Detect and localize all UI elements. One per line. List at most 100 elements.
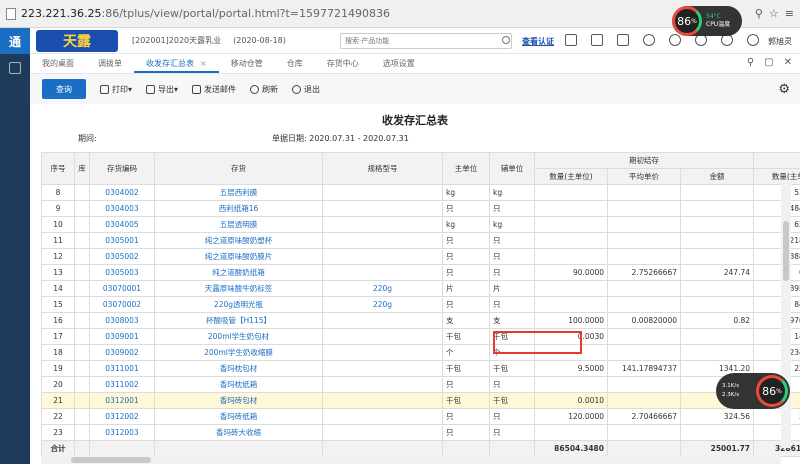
cell-code[interactable]: 0304003 bbox=[89, 200, 155, 217]
cell-code[interactable]: 0305002 bbox=[89, 248, 155, 265]
cell-name[interactable]: 天露原味酸牛奶标签 bbox=[154, 280, 323, 297]
restore-icon[interactable]: ▢ bbox=[764, 57, 773, 68]
cell-spec[interactable] bbox=[322, 392, 443, 409]
cell-spec[interactable] bbox=[322, 200, 443, 217]
cell-code[interactable]: 0312002 bbox=[89, 408, 155, 425]
table-row[interactable]: 11 0305001纯之道原味酸奶塑杯 只只 2187.0000 bbox=[41, 232, 800, 249]
cell-code[interactable]: 0311002 bbox=[89, 376, 155, 393]
cell-code[interactable]: 0305003 bbox=[89, 264, 155, 281]
print-button[interactable]: 打印 ▾ bbox=[100, 84, 132, 95]
cell-spec[interactable]: 220g bbox=[322, 280, 443, 297]
bell-icon[interactable] bbox=[643, 34, 655, 46]
cell-name[interactable]: 纯之道原味酸奶塑杯 bbox=[154, 232, 323, 249]
cell-spec[interactable] bbox=[322, 376, 443, 393]
scroll-thumb[interactable] bbox=[71, 457, 151, 463]
table-row[interactable]: 13 0305003 纯之道酸奶纸箱只只 90.0000 2.75266667 247.7… bbox=[41, 264, 800, 281]
tab-transfer[interactable]: 调拨单 bbox=[86, 55, 134, 73]
cell-spec[interactable] bbox=[322, 360, 443, 377]
table-row[interactable]: 170309001200ml学生奶包材千包千包0.0030149.1000 bbox=[41, 328, 800, 345]
cell-spec[interactable] bbox=[322, 424, 443, 441]
cell-code[interactable]: 0305001 bbox=[89, 232, 155, 249]
cell-spec[interactable] bbox=[322, 344, 443, 361]
user-icon[interactable] bbox=[747, 34, 759, 46]
cell-name[interactable]: 纯之道酸奶纸箱 bbox=[154, 264, 323, 281]
search-input[interactable] bbox=[340, 33, 512, 49]
cell-name[interactable]: 香玛枕包材 bbox=[154, 360, 323, 377]
refresh-button[interactable]: 刷新 bbox=[250, 84, 278, 95]
app-logo[interactable]: 通 bbox=[0, 28, 30, 54]
exit-button[interactable]: 退出 bbox=[292, 84, 320, 95]
vertical-scrollbar[interactable] bbox=[781, 183, 791, 448]
cell-name[interactable]: 香玛砖大收缩 bbox=[154, 424, 323, 441]
phone-icon[interactable] bbox=[669, 34, 681, 46]
col-amount[interactable]: 金额 bbox=[679, 168, 755, 185]
star-icon[interactable]: ☆ bbox=[769, 7, 779, 20]
table-row[interactable]: 210312001香玛砖包材千包千包0.00109.7800 bbox=[41, 392, 800, 409]
tab-desktop[interactable]: 我的桌面 bbox=[30, 55, 86, 73]
tab-options[interactable]: 选项设置 bbox=[371, 55, 427, 73]
cell-spec[interactable] bbox=[322, 216, 443, 233]
company-name[interactable]: [202001]2020天露乳业 bbox=[132, 35, 221, 46]
scroll-thumb[interactable] bbox=[783, 221, 789, 281]
cell-name[interactable]: 220g透明光瓶 bbox=[154, 296, 323, 313]
cell-code[interactable]: 0312001 bbox=[89, 392, 155, 409]
user-name[interactable]: 郭旭灵 bbox=[768, 36, 792, 47]
table-row[interactable]: 12 0305002纯之道原味酸奶膜片 只只 3883.0000 bbox=[41, 248, 800, 265]
url-field[interactable]: 223.221.36.25:86/tplus/view/portal/porta… bbox=[21, 7, 390, 20]
table-row[interactable]: 19 0311001 香玛枕包材 千包 千包 9.5000 141.17894737 1341… bbox=[41, 360, 800, 377]
message-icon[interactable] bbox=[617, 34, 629, 46]
cell-spec[interactable] bbox=[322, 184, 443, 201]
table-row[interactable]: 23 0312003 香玛砖大收缩 只只 bbox=[41, 424, 800, 441]
cell-name[interactable]: 西利纸箱16 bbox=[154, 200, 323, 217]
cpu-monitor-widget[interactable]: 86% 54°C CPU温度 bbox=[672, 6, 742, 36]
network-monitor-widget[interactable]: 3.1K/s 2.3K/s 86% bbox=[716, 373, 790, 409]
col-aux-unit[interactable]: 辅单位 bbox=[489, 152, 535, 185]
tab-summary-report[interactable]: 收发存汇总表 × bbox=[134, 55, 219, 73]
cell-name[interactable]: 香玛砖纸箱 bbox=[154, 408, 323, 425]
cell-code[interactable]: 0309002 bbox=[89, 344, 155, 361]
tab-inventory-center[interactable]: 存货中心 bbox=[315, 55, 371, 73]
sidebar-expand-icon[interactable] bbox=[9, 62, 21, 74]
col-qty-main-2[interactable]: 数量(主单位) bbox=[753, 168, 800, 185]
cell-spec[interactable] bbox=[322, 248, 443, 265]
cell-name[interactable]: 香玛砖包材 bbox=[154, 392, 323, 409]
col-spec[interactable]: 规格型号 bbox=[322, 152, 443, 185]
cell-spec[interactable]: 220g bbox=[322, 296, 443, 313]
view-auth-link[interactable]: 查看认证 bbox=[522, 36, 554, 47]
cell-name[interactable]: 杯酸吸管【H115】 bbox=[154, 312, 323, 329]
key-icon[interactable]: ⚲ bbox=[755, 7, 763, 20]
cell-spec[interactable] bbox=[322, 232, 443, 249]
cell-spec[interactable] bbox=[322, 312, 443, 329]
close-icon[interactable]: ✕ bbox=[784, 57, 792, 68]
table-row[interactable]: 8 0304002五层西利膜 kgkg 531.1000 bbox=[41, 184, 800, 201]
gear-icon[interactable]: ⚙ bbox=[778, 82, 790, 97]
cell-name[interactable]: 200ml学生奶包材 bbox=[154, 328, 323, 345]
send-mail-button[interactable]: 发送邮件 bbox=[192, 84, 236, 95]
search-icon[interactable]: ⚲ bbox=[747, 57, 754, 68]
col-name[interactable]: 存货 bbox=[154, 152, 323, 185]
list-icon[interactable] bbox=[591, 34, 603, 46]
cell-name[interactable]: 五层西利膜 bbox=[154, 184, 323, 201]
cell-code[interactable]: 03070002 bbox=[89, 296, 155, 313]
table-row[interactable]: 16 0308003 杯酸吸管【H115】支支 100.0000 0.00820000 0… bbox=[41, 312, 800, 329]
cell-code[interactable]: 03070001 bbox=[89, 280, 155, 297]
cell-name[interactable]: 纯之道原味酸奶膜片 bbox=[154, 248, 323, 265]
menu-icon[interactable]: ≡ bbox=[785, 7, 794, 20]
col-seq[interactable]: 序号 bbox=[41, 152, 75, 185]
cell-code[interactable]: 0304005 bbox=[89, 216, 155, 233]
col-code[interactable]: 存货编码 bbox=[89, 152, 155, 185]
cell-name[interactable]: 五层透明膜 bbox=[154, 216, 323, 233]
col-warehouse[interactable]: 库 bbox=[74, 152, 90, 185]
table-row[interactable]: 9 0304003西利纸箱16 只只 4846.0000 bbox=[41, 200, 800, 217]
col-main-unit[interactable]: 主单位 bbox=[442, 152, 490, 185]
cell-code[interactable]: 0308003 bbox=[89, 312, 155, 329]
cell-spec[interactable] bbox=[322, 328, 443, 345]
search-icon[interactable] bbox=[502, 36, 510, 44]
cell-name[interactable]: 香玛枕纸箱 bbox=[154, 376, 323, 393]
tab-warehouse[interactable]: 仓库 bbox=[275, 55, 315, 73]
cell-code[interactable]: 0311001 bbox=[89, 360, 155, 377]
horizontal-scrollbar[interactable] bbox=[41, 456, 781, 464]
cell-name[interactable]: 200ml学生奶收缩膜 bbox=[154, 344, 323, 361]
calculator-icon[interactable] bbox=[565, 34, 577, 46]
cell-code[interactable]: 0312003 bbox=[89, 424, 155, 441]
